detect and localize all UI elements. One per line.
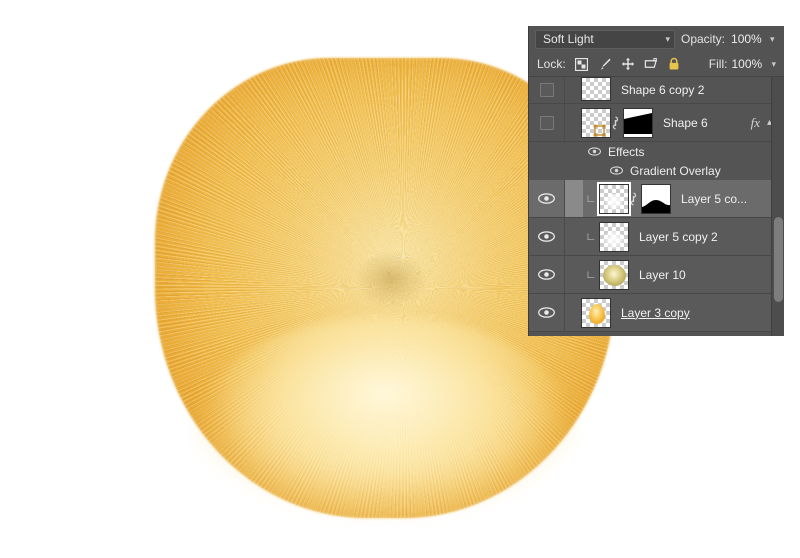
list-item[interactable]: Effects <box>529 142 784 161</box>
visibility-toggle[interactable] <box>529 180 565 217</box>
fx-icon[interactable]: fx <box>751 115 760 131</box>
layer-thumbnail[interactable] <box>599 221 629 252</box>
eye-icon <box>538 231 555 242</box>
fill-value: 100% <box>731 57 763 71</box>
link-icon[interactable] <box>629 192 641 206</box>
blend-mode-row: Soft Light ▾ Opacity: 100% ▾ <box>529 26 784 52</box>
eye-off-icon <box>539 115 554 130</box>
paintbrush-icon[interactable] <box>598 57 612 71</box>
visibility-toggle[interactable] <box>529 294 565 331</box>
link-icon[interactable] <box>611 116 623 130</box>
layers-panel[interactable]: Soft Light ▾ Opacity: 100% ▾ Lock: Fill:… <box>528 26 784 336</box>
visibility-toggle[interactable] <box>529 218 565 255</box>
visibility-toggle[interactable] <box>529 77 565 103</box>
layer-name: Layer 10 <box>639 267 686 282</box>
table-row[interactable]: Shape 6 copy 2 <box>529 76 784 104</box>
chevron-down-icon[interactable]: ▾ <box>770 34 775 45</box>
eye-small-icon[interactable] <box>587 147 601 156</box>
eye-icon <box>538 193 555 204</box>
layer-name: Shape 6 copy 2 <box>621 83 705 97</box>
layer-list[interactable]: Shape 6 copy 2 Shape 6 fx ▴ Effects Grad… <box>529 76 784 332</box>
table-row[interactable]: ∟ Layer 5 co... <box>529 180 784 218</box>
opacity-label: Opacity: <box>681 32 726 46</box>
clipping-mask-arrow-icon: ∟ <box>585 268 597 281</box>
clipping-mask-arrow-icon: ∟ <box>585 192 597 205</box>
opacity-value: 100% <box>731 32 762 46</box>
layer-thumbnail[interactable] <box>581 297 611 328</box>
visibility-toggle[interactable] <box>529 256 565 293</box>
layer-name: Layer 5 co... <box>681 191 748 206</box>
list-item[interactable]: Gradient Overlay <box>529 161 784 180</box>
lock-row: Lock: Fill: 100% ▾ <box>529 52 784 77</box>
move-arrows-icon[interactable] <box>621 57 635 71</box>
blend-mode-value: Soft Light <box>543 32 594 46</box>
layer-mask-thumbnail[interactable] <box>623 107 653 138</box>
layer-mask-thumbnail[interactable] <box>641 183 671 214</box>
layer-thumbnail[interactable] <box>581 107 611 138</box>
table-row[interactable]: Shape 6 fx ▴ <box>529 104 784 142</box>
transparent-pixels-checker-icon[interactable] <box>575 57 589 71</box>
clipping-mask-arrow-icon: ∟ <box>585 230 597 243</box>
eye-small-icon[interactable] <box>609 166 623 175</box>
lock-all-icon[interactable] <box>667 57 681 71</box>
layer-name: Layer 5 copy 2 <box>639 229 718 244</box>
table-row[interactable]: Layer 3 copy <box>529 294 784 332</box>
layer-thumbnail[interactable] <box>597 181 631 216</box>
effect-item-label: Gradient Overlay <box>630 163 721 178</box>
eye-icon <box>538 307 555 318</box>
layer-name: Shape 6 <box>663 115 708 130</box>
effects-group-label: Effects <box>608 144 645 159</box>
blend-mode-select[interactable]: Soft Light ▾ <box>535 29 675 49</box>
opacity-field[interactable]: 100% ▾ <box>731 32 775 46</box>
layer-thumbnail[interactable] <box>599 259 629 290</box>
lock-label: Lock: <box>537 57 566 71</box>
fill-group: Fill: 100% ▾ <box>709 57 776 71</box>
fill-label: Fill: <box>708 57 728 71</box>
eye-off-icon <box>539 83 554 97</box>
chevron-down-icon: ▾ <box>665 33 670 44</box>
eye-icon <box>538 269 555 280</box>
table-row[interactable]: ∟ Layer 10 <box>529 256 784 294</box>
selection-indicator <box>565 180 583 217</box>
chevron-down-icon[interactable]: ▾ <box>771 59 776 70</box>
vertical-scrollbar-track[interactable] <box>771 77 784 336</box>
visibility-toggle[interactable] <box>529 104 565 141</box>
table-row[interactable]: ∟ Layer 5 copy 2 <box>529 218 784 256</box>
layer-thumbnail[interactable] <box>581 76 611 101</box>
layer-name: Layer 3 copy <box>621 305 690 320</box>
vertical-scrollbar-thumb[interactable] <box>774 216 783 303</box>
artboard-nesting-icon[interactable] <box>644 57 658 71</box>
